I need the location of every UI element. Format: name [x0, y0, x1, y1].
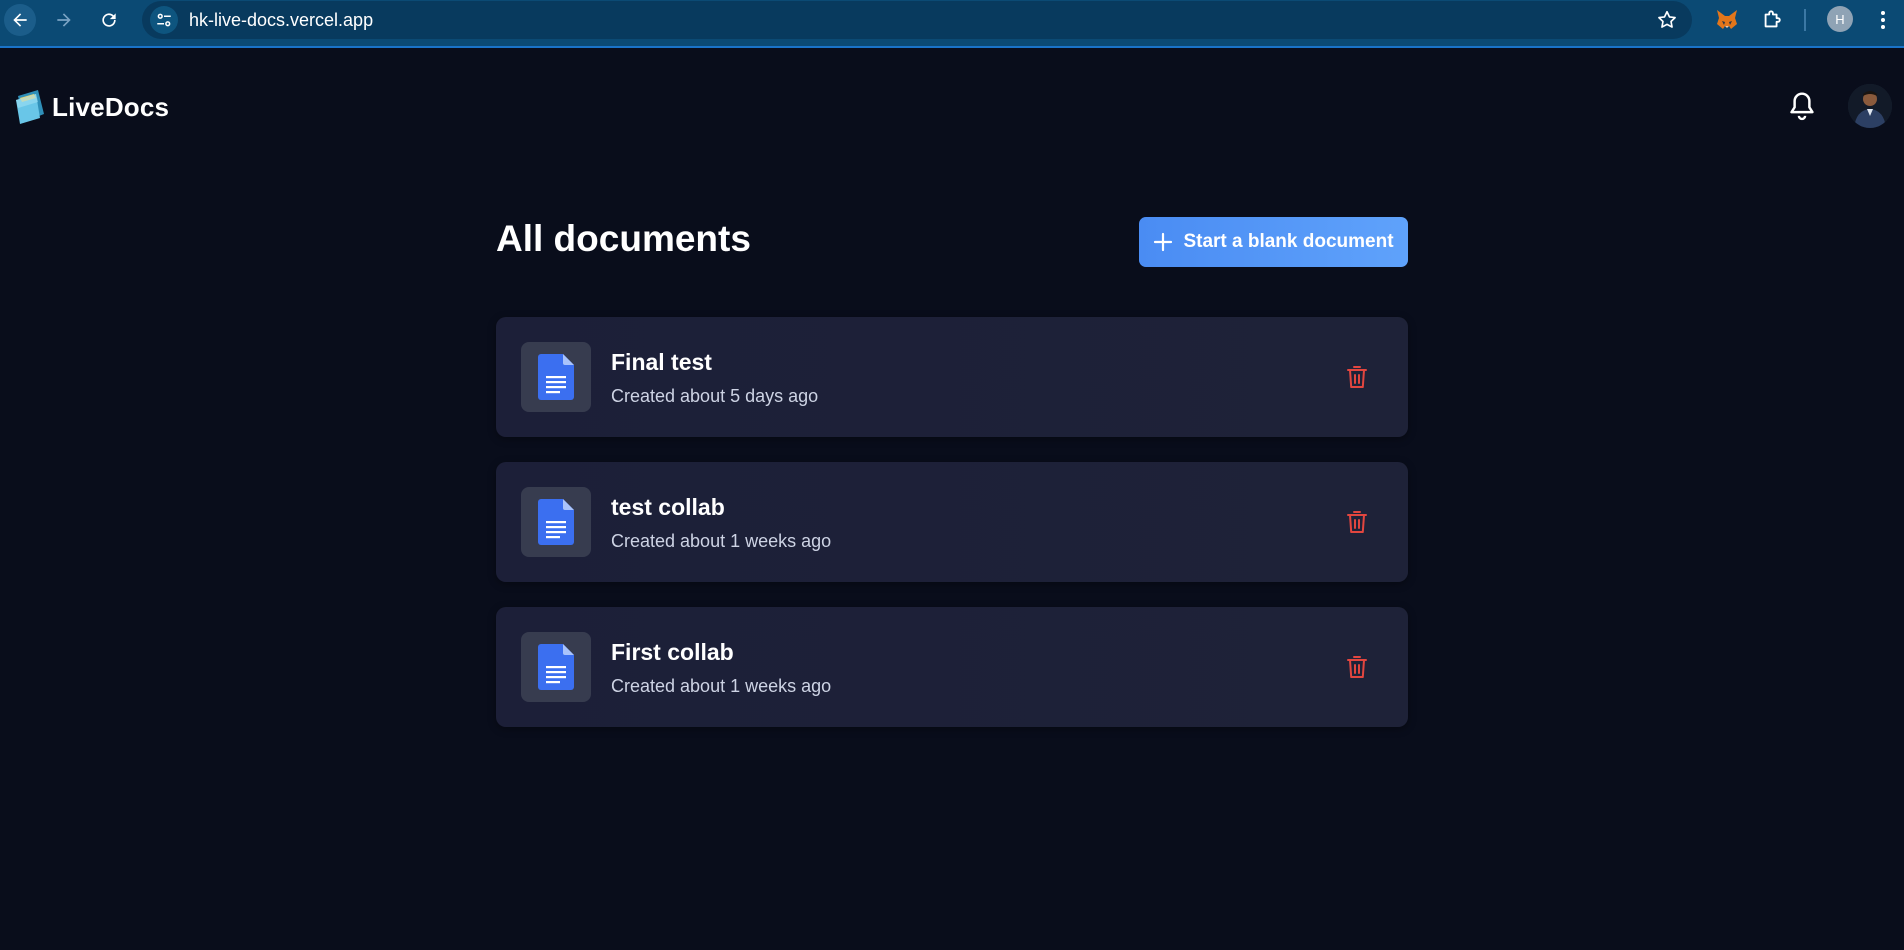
trash-icon	[1347, 366, 1367, 388]
plus-icon	[1154, 232, 1173, 252]
page-title: All documents	[496, 218, 751, 259]
puzzle-icon	[1764, 10, 1781, 28]
document-title[interactable]: test collab	[611, 494, 725, 521]
app-header: LiveDocs	[0, 48, 1904, 168]
delete-document-button[interactable]	[1344, 653, 1370, 681]
bell-icon[interactable]	[1787, 90, 1817, 122]
start-blank-document-button[interactable]: Start a blank document	[1139, 217, 1408, 267]
site-info-button[interactable]	[150, 6, 178, 34]
browser-toolbar: hk-live-docs.vercel.app H	[0, 0, 1904, 48]
user-photo-icon	[1848, 84, 1892, 128]
fox-icon	[1717, 10, 1737, 29]
back-arrow-icon	[13, 13, 27, 27]
document-list: Final test Created about 5 days ago test…	[496, 317, 1408, 752]
document-thumbnail	[521, 487, 591, 557]
logo-link[interactable]: LiveDocs	[14, 88, 169, 126]
star-icon[interactable]	[1656, 9, 1678, 31]
delete-document-button[interactable]	[1344, 508, 1370, 536]
document-card[interactable]: First collab Created about 1 weeks ago	[496, 607, 1408, 727]
url-text[interactable]: hk-live-docs.vercel.app	[189, 10, 373, 31]
document-title[interactable]: First collab	[611, 639, 734, 666]
document-title[interactable]: Final test	[611, 349, 712, 376]
extensions-button[interactable]	[1758, 6, 1786, 34]
back-button[interactable]	[4, 4, 36, 36]
document-card[interactable]: Final test Created about 5 days ago	[496, 317, 1408, 437]
document-thumbnail	[521, 632, 591, 702]
address-bar[interactable]: hk-live-docs.vercel.app	[142, 1, 1692, 39]
browser-menu-button[interactable]	[1869, 6, 1897, 34]
tune-icon	[157, 13, 171, 27]
forward-button[interactable]	[48, 4, 80, 36]
document-created: Created about 1 weeks ago	[611, 676, 832, 696]
document-icon	[538, 354, 574, 400]
toolbar-divider	[1804, 9, 1806, 31]
document-thumbnail	[521, 342, 591, 412]
forward-arrow-icon	[57, 13, 71, 27]
delete-document-button[interactable]	[1344, 363, 1370, 391]
trash-icon	[1347, 656, 1367, 678]
document-created: Created about 5 days ago	[611, 386, 819, 406]
folder-logo-icon	[16, 90, 44, 124]
document-icon	[538, 644, 574, 690]
trash-icon	[1347, 511, 1367, 533]
document-created: Created about 1 weeks ago	[611, 531, 832, 551]
user-avatar[interactable]	[1848, 84, 1892, 128]
kebab-menu-icon	[1881, 11, 1885, 29]
profile-button[interactable]: H	[1827, 6, 1853, 32]
document-icon	[538, 499, 574, 545]
reload-icon	[102, 13, 116, 27]
document-card[interactable]: test collab Created about 1 weeks ago	[496, 462, 1408, 582]
start-blank-document-label: Start a blank document	[1183, 231, 1394, 252]
reload-button[interactable]	[93, 4, 125, 36]
app-name: LiveDocs	[52, 91, 170, 122]
metamask-extension[interactable]	[1713, 6, 1741, 34]
